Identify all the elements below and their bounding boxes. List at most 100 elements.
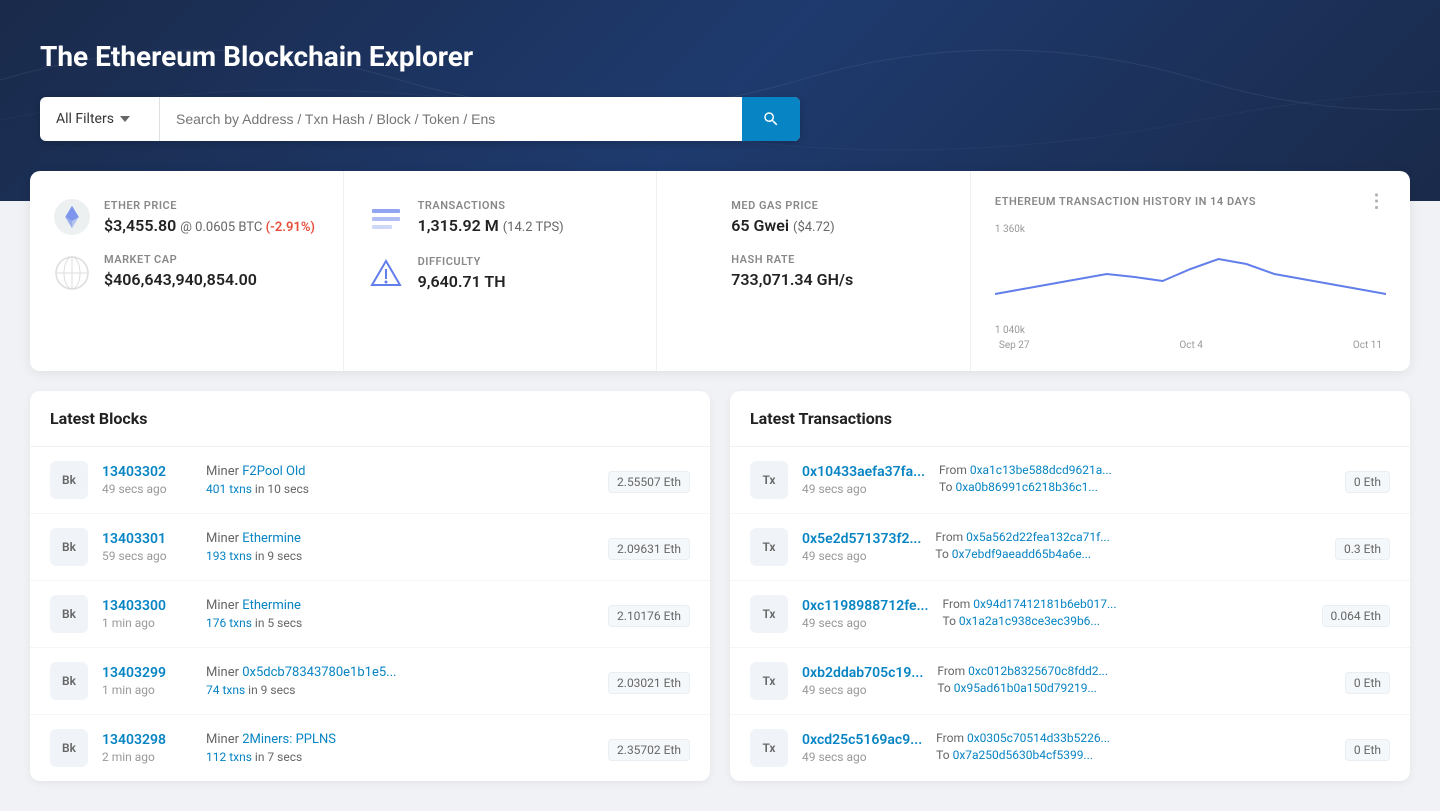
block-right: 2.55507 Eth	[608, 471, 690, 490]
block-right: 2.09631 Eth	[608, 538, 690, 557]
main-content: Latest Blocks Bk 13403302 49 secs ago Mi…	[0, 391, 1440, 811]
block-mid: Miner Ethermine 176 txns in 5 secs	[206, 598, 594, 630]
chart-more-button[interactable]: ⋮	[1367, 191, 1386, 212]
txns-link[interactable]: 112 txns	[206, 750, 252, 764]
block-miner[interactable]: Ethermine	[242, 531, 301, 546]
stats-panel: ETHER PRICE $3,455.80 @ 0.0605 BTC (-2.9…	[30, 171, 1410, 371]
tx-hash[interactable]: 0x10433aefa37fa...	[802, 464, 925, 480]
chart-title: ETHEREUM TRANSACTION HISTORY IN 14 DAYS …	[995, 191, 1386, 212]
gas-value: 65 Gwei ($4.72)	[731, 216, 834, 235]
tx-value: 0 Eth	[1345, 471, 1390, 493]
eth-icon	[54, 199, 90, 235]
tx-from[interactable]: 0xa1c13be588dcd9621a...	[970, 463, 1112, 477]
tx-right: 0 Eth	[1345, 739, 1390, 758]
block-number[interactable]: 13403302	[102, 464, 192, 480]
tx-from[interactable]: 0x5a562d22fea132ca71f...	[966, 530, 1110, 544]
tx-from[interactable]: 0x94d17412181b6eb017...	[973, 597, 1116, 611]
txns-link[interactable]: 193 txns	[206, 549, 252, 563]
tx-right: 0 Eth	[1345, 672, 1390, 691]
chevron-down-icon	[120, 116, 130, 122]
block-left: 13403298 2 min ago	[102, 732, 192, 764]
chart-y-top: 1 360k	[995, 224, 1025, 235]
transactions-difficulty-cell: TRANSACTIONS 1,315.92 M (14.2 TPS) DIFFI…	[344, 171, 658, 371]
tx-to[interactable]: 0x7ebdf9aeadd65b4a6e...	[952, 547, 1091, 561]
tx-age: 49 secs ago	[802, 683, 923, 697]
table-row: Bk 13403301 59 secs ago Miner Ethermine …	[30, 514, 710, 581]
block-age: 2 min ago	[102, 750, 192, 764]
tx-hash[interactable]: 0xb2ddab705c19...	[802, 665, 923, 681]
gas-label: MED GAS PRICE	[731, 199, 834, 212]
block-left: 13403299 1 min ago	[102, 665, 192, 697]
tx-from-to: From 0x0305c70514d33b5226... To 0x7a250d…	[936, 731, 1331, 765]
txns-link[interactable]: 74 txns	[206, 683, 245, 697]
block-miner[interactable]: 0x5dcb78343780e1b1e5...	[242, 665, 396, 680]
tx-to[interactable]: 0x95ad61b0a150d79219...	[954, 681, 1097, 695]
tx-left: 0xc1198988712fe... 49 secs ago	[802, 598, 929, 630]
block-number[interactable]: 13403301	[102, 531, 192, 547]
block-number[interactable]: 13403298	[102, 732, 192, 748]
block-miner-label: Miner 2Miners: PPLNS	[206, 732, 594, 747]
search-input[interactable]	[160, 97, 742, 141]
globe-icon	[54, 255, 90, 291]
tx-hash[interactable]: 0xc1198988712fe...	[802, 598, 929, 614]
block-miner-label: Miner F2Pool Old	[206, 464, 594, 479]
price-change: (-2.91%)	[266, 220, 315, 235]
difficulty-value: 9,640.71 TH	[418, 272, 506, 291]
block-right: 2.03021 Eth	[608, 672, 690, 691]
tx-left: 0xcd25c5169ac9... 49 secs ago	[802, 732, 922, 764]
tx-badge: Tx	[750, 662, 788, 700]
block-left: 13403302 49 secs ago	[102, 464, 192, 496]
filter-label: All Filters	[56, 111, 114, 127]
block-right: 2.10176 Eth	[608, 605, 690, 624]
chart-y-bottom: 1 040k	[995, 325, 1025, 336]
hash-rate-row: HASH RATE 733,071.34 GH/s	[681, 253, 946, 289]
tx-to[interactable]: 0x7a250d5630b4cf5399...	[953, 748, 1093, 762]
transactions-value: 1,315.92 M (14.2 TPS)	[418, 216, 564, 235]
market-cap-row: MARKET CAP $406,643,940,854.00	[54, 253, 319, 291]
block-time: in 9 secs	[248, 683, 295, 697]
block-txns: 401 txns in 10 secs	[206, 482, 594, 496]
tx-icon	[368, 201, 404, 237]
tx-right: 0.064 Eth	[1322, 605, 1390, 624]
block-txns: 74 txns in 9 secs	[206, 683, 594, 697]
tx-from-row: From 0x0305c70514d33b5226...	[936, 731, 1331, 745]
tx-from[interactable]: 0x0305c70514d33b5226...	[967, 731, 1110, 745]
tx-to[interactable]: 0x1a2a1c938ce3ec39b6...	[959, 614, 1100, 628]
tx-badge: Tx	[750, 729, 788, 767]
difficulty-label: DIFFICULTY	[418, 255, 506, 268]
block-number[interactable]: 13403300	[102, 598, 192, 614]
filter-dropdown[interactable]: All Filters	[40, 97, 160, 141]
block-number[interactable]: 13403299	[102, 665, 192, 681]
block-mid: Miner Ethermine 193 txns in 9 secs	[206, 531, 594, 563]
txns-list: Tx 0x10433aefa37fa... 49 secs ago From 0…	[730, 447, 1410, 781]
tx-value: 0 Eth	[1345, 739, 1390, 761]
tx-to[interactable]: 0xa0b86991c6218b36c1...	[955, 480, 1097, 494]
price-marketcap-cell: ETHER PRICE $3,455.80 @ 0.0605 BTC (-2.9…	[30, 171, 344, 371]
blocks-panel-header: Latest Blocks	[30, 391, 710, 447]
table-row: Tx 0xcd25c5169ac9... 49 secs ago From 0x…	[730, 715, 1410, 781]
search-button[interactable]	[742, 97, 800, 141]
chart-x-label-2: Oct 4	[1179, 340, 1203, 351]
tx-badge: Tx	[750, 528, 788, 566]
block-miner[interactable]: F2Pool Old	[242, 464, 305, 479]
block-miner[interactable]: Ethermine	[242, 598, 301, 613]
tx-hash[interactable]: 0x5e2d571373f2...	[802, 531, 921, 547]
hash-rate-value: 733,071.34 GH/s	[731, 270, 853, 289]
gas-hashrate-cell: MED GAS PRICE 65 Gwei ($4.72) HASH RATE …	[657, 171, 971, 371]
tx-age: 49 secs ago	[802, 549, 921, 563]
tx-hash[interactable]: 0xcd25c5169ac9...	[802, 732, 922, 748]
tx-from[interactable]: 0xc012b8325670c8fdd2...	[968, 664, 1108, 678]
transactions-label: TRANSACTIONS	[418, 199, 564, 212]
chart-x-label-1: Sep 27	[999, 340, 1030, 351]
block-age: 1 min ago	[102, 616, 192, 630]
table-row: Tx 0xb2ddab705c19... 49 secs ago From 0x…	[730, 648, 1410, 715]
search-bar: All Filters	[40, 97, 800, 141]
txns-link[interactable]: 176 txns	[206, 616, 252, 630]
tx-value: 0 Eth	[1345, 672, 1390, 694]
txns-link[interactable]: 401 txns	[206, 482, 252, 496]
chart-container: 1 360k 1 040k Sep 27 Oct 4 Oct 11	[995, 224, 1386, 351]
tx-from-row: From 0xc012b8325670c8fdd2...	[937, 664, 1331, 678]
block-miner[interactable]: 2Miners: PPLNS	[242, 732, 336, 747]
block-right: 2.35702 Eth	[608, 739, 690, 758]
market-cap-value: $406,643,940,854.00	[104, 270, 257, 289]
